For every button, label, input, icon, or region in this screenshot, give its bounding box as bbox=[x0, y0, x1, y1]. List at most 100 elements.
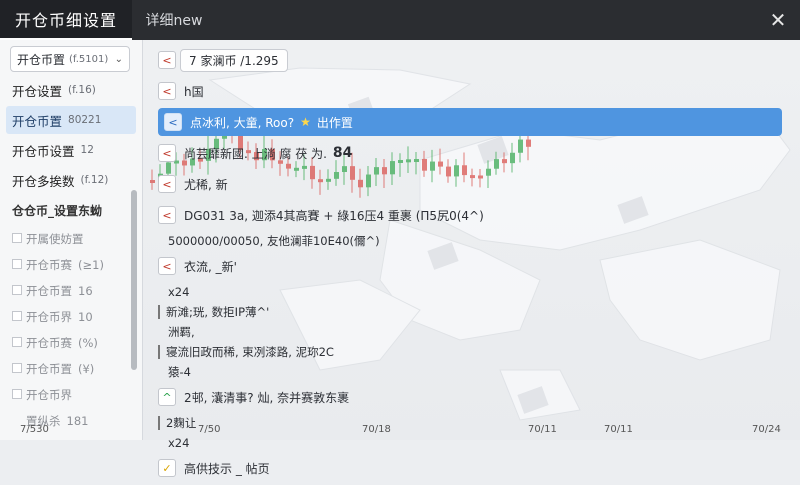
row-plain: 寝流旧政而稀, 束冽漆路, 泥珎2C bbox=[158, 343, 788, 361]
row[interactable]: < DG031 3a, 迦添4其高賽 + 綠16压4 重裹 (Π5尻0(4^) bbox=[158, 201, 788, 229]
checkbox[interactable] bbox=[12, 337, 22, 347]
x-tick: 7/50 bbox=[198, 424, 221, 435]
chevron-left-icon[interactable]: < bbox=[158, 82, 176, 100]
subitem-label: 开仓币赛 bbox=[26, 336, 72, 350]
row[interactable]: ^ 2邨, 灢清事? 灿, 奈并赛敦东裹 bbox=[158, 383, 788, 411]
x-axis-label: 7/530 bbox=[20, 424, 49, 435]
row[interactable]: < h国 bbox=[158, 77, 788, 105]
sidebar-item-sub: 80221 bbox=[68, 114, 102, 126]
checkbox[interactable] bbox=[12, 285, 22, 295]
row-text: 5000000/00050, 友他澜菲10E40(儞^) bbox=[168, 234, 380, 248]
sidebar-subitem[interactable]: 开属使妨置 bbox=[6, 226, 136, 252]
star-icon: ★ bbox=[300, 115, 311, 129]
checkbox[interactable] bbox=[12, 311, 22, 321]
sidebar-subitem[interactable]: 开仓币界 10 bbox=[6, 304, 136, 330]
subitem-sub: 10 bbox=[78, 310, 93, 324]
sidebar-item[interactable]: 开仓币设置 12 bbox=[6, 136, 136, 164]
settings-rows: < 7 家澜币 /1.295 < h国 < 点冰利, 大童, Roo? ★ 出作… bbox=[158, 46, 788, 485]
sidebar-subitem[interactable]: 开仓币赛 (%) bbox=[6, 330, 136, 356]
row-plain: 5000000/00050, 友他澜菲10E40(儞^) bbox=[158, 232, 788, 250]
subitem-sub: 16 bbox=[78, 284, 93, 298]
subitem-label: 开仓币赛 bbox=[26, 258, 72, 272]
sidebar-item-active[interactable]: 开仓币置 80221 bbox=[6, 106, 136, 134]
row-plain: 猿-4 bbox=[158, 363, 788, 381]
caret-up-icon[interactable]: ^ bbox=[158, 388, 176, 406]
checkbox[interactable] bbox=[12, 259, 22, 269]
row-text: 尚芸靡新國. 上淌 腐 茯 为. bbox=[184, 146, 327, 161]
row-text: 7 家澜币 /1.295 bbox=[180, 48, 288, 72]
sidebar: 开仓币置 (f.5101) ⌄ 开仓设置 (f.16) 开仓币置 80221 开… bbox=[0, 40, 143, 440]
sidebar-item[interactable]: 开仓多挨数 (f.12) bbox=[6, 166, 136, 194]
x-tick: 70/11 bbox=[528, 424, 557, 435]
chevron-left-icon[interactable]: < bbox=[158, 257, 176, 275]
sidebar-subitem[interactable]: 开仓币置 16 bbox=[6, 278, 136, 304]
row-extra: 出作置 bbox=[316, 115, 353, 130]
row-text: 尤稀, 新 bbox=[184, 177, 228, 192]
subitem-sub: (%) bbox=[78, 336, 98, 350]
x-tick: 70/11 bbox=[604, 424, 633, 435]
sidebar-subitem[interactable]: 开仓币置 (¥) bbox=[6, 356, 136, 382]
row-text: x24 bbox=[168, 285, 190, 299]
chevron-left-icon[interactable]: < bbox=[158, 51, 176, 69]
chevron-left-icon[interactable]: < bbox=[164, 113, 182, 131]
close-icon[interactable]: ✕ bbox=[766, 8, 790, 32]
sidebar-item[interactable]: 开仓设置 (f.16) bbox=[6, 76, 136, 104]
checkbox[interactable] bbox=[12, 233, 22, 243]
sidebar-item-label: 开仓币置 bbox=[12, 113, 63, 129]
row[interactable]: ✓ 高供技示 _ 帖页 bbox=[158, 454, 788, 482]
row[interactable]: < 尚芸靡新國. 上淌 腐 茯 为. 84 bbox=[158, 139, 788, 167]
row-text: 洲羁, bbox=[168, 325, 195, 339]
chevron-left-icon[interactable]: < bbox=[158, 144, 176, 162]
dropdown-label: 开仓币置 bbox=[17, 52, 66, 67]
subitem-sub: (≥1) bbox=[78, 258, 104, 272]
row-text: 寝流旧政而稀, 束冽漆路, 泥珎2C bbox=[166, 345, 334, 359]
sidebar-group-header: 仓仓币_设置东蚴 bbox=[12, 203, 103, 218]
row-selected[interactable]: < 点冰利, 大童, Roo? ★ 出作置 bbox=[158, 108, 782, 136]
marker-bar bbox=[158, 305, 160, 319]
row-text: h国 bbox=[184, 84, 204, 99]
checkbox[interactable] bbox=[12, 363, 22, 373]
sidebar-item-sub: (f.12) bbox=[80, 174, 109, 186]
subitem-label: 开仓币置 bbox=[26, 284, 72, 298]
row-text: 新滩;珖, 数拒IP薄^' bbox=[166, 305, 270, 319]
row-plain: x24 bbox=[158, 283, 788, 301]
row-text: 高供技示 _ 帖页 bbox=[184, 461, 270, 476]
row[interactable]: < 衣流, _新' bbox=[158, 252, 788, 280]
candle-body bbox=[150, 180, 155, 183]
chevron-down-icon: ⌄ bbox=[114, 53, 123, 65]
subitem-label: 开仓币界 bbox=[26, 310, 72, 324]
sidebar-item-sub: (f.16) bbox=[68, 84, 96, 96]
sidebar-item-label: 开仓多挨数 bbox=[12, 173, 75, 189]
sidebar-list: 开仓设置 (f.16) 开仓币置 80221 开仓币设置 12 开仓多挨数 (f… bbox=[0, 74, 142, 434]
row-text: DG031 3a, 迦添4其高賽 + 綠16压4 重裹 (Π5尻0(4^) bbox=[184, 208, 484, 223]
x-tick: 70/18 bbox=[362, 424, 391, 435]
row[interactable]: < 7 家澜币 /1.295 bbox=[158, 46, 788, 74]
sidebar-subitem[interactable]: 开仓币界 bbox=[6, 382, 136, 408]
sidebar-item-label: 开仓币设置 bbox=[12, 143, 75, 159]
row-text: 点冰利, 大童, Roo? bbox=[190, 115, 295, 130]
sidebar-item-sub: 12 bbox=[80, 144, 94, 156]
row-plain: 新滩;珖, 数拒IP薄^' bbox=[158, 303, 788, 321]
row[interactable]: < 尤稀, 新 bbox=[158, 170, 788, 198]
tab-details[interactable]: 详细new bbox=[132, 0, 216, 40]
row-text: 2邨, 灢清事? 灿, 奈并赛敦东裹 bbox=[184, 390, 350, 405]
chevron-left-icon[interactable]: < bbox=[158, 175, 176, 193]
checkbox[interactable] bbox=[12, 389, 22, 399]
marker-bar bbox=[158, 345, 160, 359]
dropdown-sub: (f.5101) bbox=[69, 53, 109, 65]
subitem-label: 开仓币置 bbox=[26, 362, 72, 376]
row-plain: 洲羁, bbox=[158, 323, 788, 341]
subitem-label: 开属使妨置 bbox=[26, 232, 84, 246]
category-dropdown[interactable]: 开仓币置 (f.5101) ⌄ bbox=[10, 46, 130, 72]
title-bar: 开仓币细设置 详细new ✕ bbox=[0, 0, 800, 40]
row-text: 衣流, _新' bbox=[184, 259, 237, 274]
sidebar-item-label: 开仓设置 bbox=[12, 83, 63, 99]
chevron-left-icon[interactable]: < bbox=[158, 206, 176, 224]
subitem-label: 开仓币界 bbox=[26, 388, 72, 402]
check-icon[interactable]: ✓ bbox=[158, 459, 176, 477]
row-value: 84 bbox=[332, 145, 353, 161]
sidebar-subitem[interactable]: 开仓币赛 (≥1) bbox=[6, 252, 136, 278]
subitem-sub: (¥) bbox=[78, 362, 95, 376]
tab-open-coin-settings[interactable]: 开仓币细设置 bbox=[0, 0, 132, 40]
sidebar-scrollbar[interactable] bbox=[131, 190, 137, 370]
